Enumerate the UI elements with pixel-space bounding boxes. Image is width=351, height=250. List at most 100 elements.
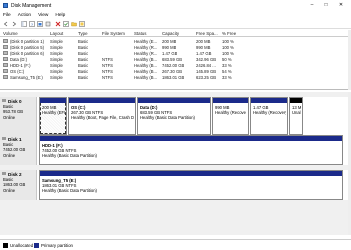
volume-capacity: 7452.00 GB: [162, 62, 185, 68]
drive-icon: [3, 45, 8, 49]
table-header: Volume Layout Type File System Status Ca…: [0, 30, 351, 37]
partition-recovery-2[interactable]: 1.47 GB Healthy (Recovery: [250, 97, 288, 135]
volume-name: OS (C:): [10, 68, 25, 74]
disk-map: Disk 0 Basic 953.78 GB Online 200 MB Hea…: [0, 92, 351, 235]
column-free-space[interactable]: Free Spa...: [196, 31, 218, 36]
volume-percent-free: 100 %: [222, 38, 234, 44]
volume-list: Volume Layout Type File System Status Ca…: [0, 30, 351, 90]
volume-percent-free: 50 %: [222, 56, 232, 62]
column-capacity[interactable]: Capacity: [162, 31, 179, 36]
disk-0-row: Disk 0 Basic 953.78 GB Online 200 MB Hea…: [0, 97, 351, 135]
partition-recovery-1[interactable]: 990 MB Healthy (Recove: [212, 97, 249, 135]
partition-data-d[interactable]: Data (D:) 683.59 GB NTFS Healthy (Basic …: [137, 97, 211, 135]
volume-type: Basic: [78, 62, 89, 68]
menu-bar: File Action View Help: [0, 11, 351, 19]
volume-percent-free: 33 %: [222, 74, 232, 80]
disk-status: Online: [3, 187, 16, 193]
partition-bar: [213, 98, 248, 103]
volume-fs: NTFS: [102, 74, 113, 80]
close-button[interactable]: ✕: [335, 2, 347, 9]
volume-status: Healthy (R...: [134, 44, 158, 50]
volume-type: Basic: [78, 44, 89, 50]
partition-info: 200 MB Healthy (EFI: [42, 105, 65, 115]
menu-file[interactable]: File: [3, 13, 11, 18]
volume-percent-free: 100 %: [222, 44, 234, 50]
partition-bar: [40, 136, 342, 141]
volume-free: 623.25 GB: [196, 74, 217, 80]
column-file-system[interactable]: File System: [102, 31, 125, 36]
menu-help[interactable]: Help: [55, 13, 65, 18]
partition-info: OS (C:) 267.30 GB NTFS Healthy (Boot, Pa…: [71, 105, 134, 121]
drive-icon: [3, 57, 8, 61]
partition-info: 1.47 GB Healthy (Recovery: [253, 105, 286, 115]
volume-layout: Simple: [50, 74, 63, 80]
refresh-icon[interactable]: [79, 21, 85, 27]
partition-info: 13 M Unal: [292, 105, 301, 115]
volume-capacity: 1.47 GB: [162, 50, 178, 56]
partition-info: Samsung_T5 (E:) 1863.01 GB NTFS Healthy …: [42, 178, 341, 194]
title-bar: Disk Management – □ ✕: [0, 0, 351, 11]
disk-icon: [2, 172, 6, 175]
window-title: Disk Management: [11, 3, 52, 9]
partition-samsung-t5-e[interactable]: Samsung_T5 (E:) 1863.01 GB NTFS Healthy …: [39, 170, 343, 200]
partition-bar: [251, 98, 287, 103]
volume-layout: Simple: [50, 50, 63, 56]
partition-efi[interactable]: 200 MB Healthy (EFI: [39, 97, 67, 135]
forward-icon[interactable]: [11, 21, 17, 27]
delete-icon[interactable]: [55, 21, 61, 27]
menu-action[interactable]: Action: [18, 13, 31, 18]
volume-layout: Simple: [50, 44, 63, 50]
disk-management-icon: [3, 3, 8, 8]
column-status[interactable]: Status: [134, 31, 146, 36]
drive-icon: [3, 63, 8, 67]
unallocated-swatch: [3, 243, 8, 248]
partition-hdd-1-f[interactable]: HDD-1 (F:) 7452.00 GB NTFS Healthy (Basi…: [39, 135, 343, 165]
partition-status: Healthy (Boot, Page File, Crash D: [71, 115, 134, 121]
list-icon[interactable]: [45, 21, 51, 27]
volume-free: 1.47 GB: [196, 50, 212, 56]
back-icon[interactable]: [3, 21, 9, 27]
volume-layout: Simple: [50, 56, 63, 62]
disk-2-label[interactable]: Disk 2 Basic 1863.00 GB Online: [0, 170, 37, 200]
volume-free: 990 MB: [196, 44, 211, 50]
volume-name: (Disk 0 partition 5): [10, 44, 44, 50]
partition-os-c[interactable]: OS (C:) 267.30 GB NTFS Healthy (Boot, Pa…: [68, 97, 136, 135]
menu-view[interactable]: View: [38, 13, 48, 18]
partition-status: Healthy (Basic Data Partition): [140, 115, 195, 121]
volume-fs: NTFS: [102, 62, 113, 68]
partition-status: Healthy (Recove: [215, 110, 246, 116]
check-icon[interactable]: [63, 21, 69, 27]
minimize-button[interactable]: –: [306, 2, 318, 9]
legend: Unallocated Primary partition: [0, 239, 351, 250]
volume-fs: NTFS: [102, 56, 113, 62]
volume-free: 342.96 GB: [196, 56, 217, 62]
drive-icon: [3, 75, 8, 79]
maximize-button[interactable]: □: [320, 2, 332, 9]
volume-status: Healthy (E...: [134, 38, 158, 44]
legend-primary: Primary partition: [41, 243, 73, 248]
volume-layout: Simple: [50, 68, 63, 74]
volume-capacity: 1863.01 GB: [162, 74, 185, 80]
partition-bar: [138, 98, 210, 103]
help-icon[interactable]: ?: [29, 21, 35, 27]
volume-type: Basic: [78, 74, 89, 80]
column-volume[interactable]: Volume: [3, 31, 18, 36]
properties-icon[interactable]: [37, 21, 43, 27]
console-tree-icon[interactable]: [21, 21, 27, 27]
partition-status: Unal: [292, 110, 301, 116]
volume-name: (Disk 0 partition 1): [10, 38, 44, 44]
table-row[interactable]: Samsung_T5 (E:) Simple Basic NTFS Health…: [0, 74, 351, 80]
toolbar: ?: [0, 19, 351, 29]
partition-unallocated[interactable]: 13 M Unal: [289, 97, 303, 135]
disk-0-label[interactable]: Disk 0 Basic 953.78 GB Online: [0, 97, 37, 135]
volume-status: Healthy (B...: [134, 56, 158, 62]
open-icon[interactable]: [71, 21, 77, 27]
partition-info: 990 MB Healthy (Recove: [215, 105, 247, 115]
column-percent-free[interactable]: % Free: [222, 31, 236, 36]
volume-capacity: 683.59 GB: [162, 56, 183, 62]
disk-2-row: Disk 2 Basic 1863.00 GB Online Samsung_T…: [0, 170, 351, 200]
column-layout[interactable]: Layout: [50, 31, 63, 36]
column-type[interactable]: Type: [78, 31, 88, 36]
disk-1-label[interactable]: Disk 1 Basic 7452.00 GB Online: [0, 135, 37, 165]
disk-status: Online: [3, 152, 16, 158]
